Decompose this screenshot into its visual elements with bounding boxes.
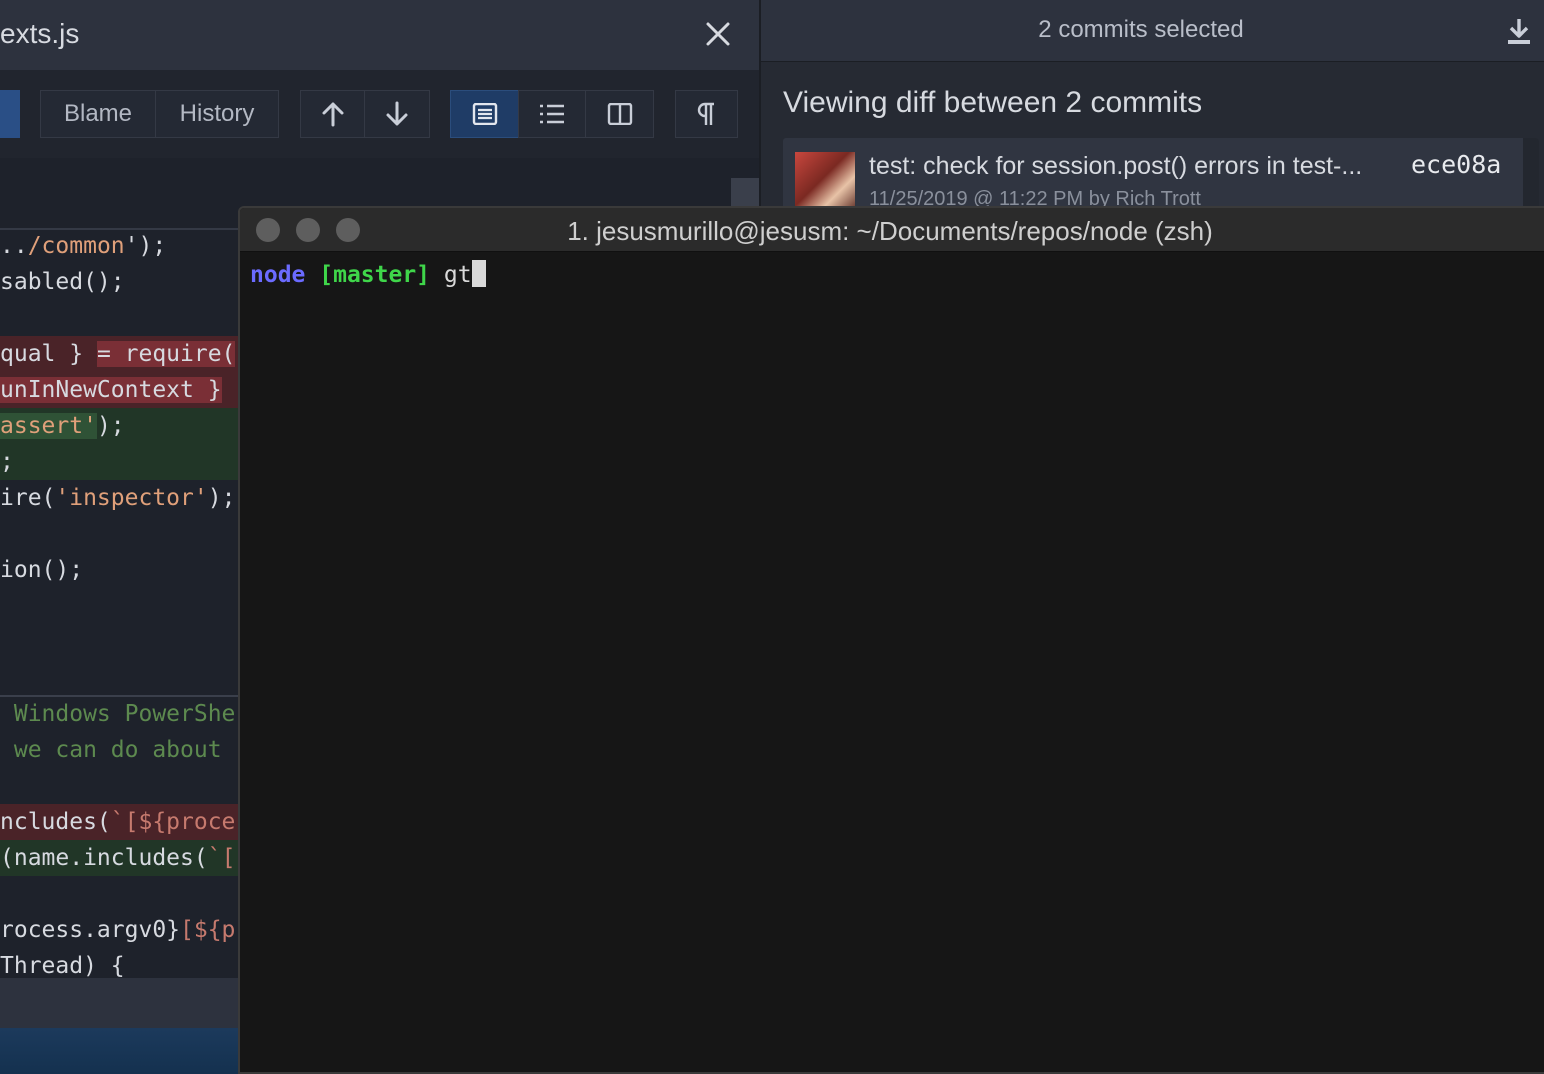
code-token: /common (27, 233, 125, 259)
code-token: `[${proce (110, 809, 236, 835)
list-view-icon (540, 104, 564, 124)
commit-message: test: check for session.post() errors in… (869, 152, 1363, 180)
prompt-directory: node (250, 262, 306, 288)
terminal-title: 1. jesusmurillo@jesusm: ~/Documents/repo… (567, 216, 1213, 246)
text-cursor (471, 260, 486, 287)
code-token: [${p (180, 917, 236, 943)
code-token: ; (0, 449, 14, 475)
code-token: Thread) { (0, 953, 125, 979)
split-view-button[interactable] (585, 90, 654, 138)
next-change-button[interactable] (364, 90, 430, 138)
arrow-up-icon (322, 102, 343, 127)
code-token: ire( (0, 485, 56, 511)
file-name: exts.js (0, 18, 80, 49)
download-icon[interactable] (1505, 16, 1533, 46)
code-token: ncludes( (0, 809, 111, 835)
code-token: Windows PowerShe (0, 701, 236, 727)
diff-title: Viewing diff between 2 commits (783, 86, 1203, 119)
prompt-branch: [master] (319, 262, 431, 288)
code-token: ); (207, 485, 236, 511)
split-view-icon (607, 103, 632, 125)
blame-button[interactable]: Blame (40, 90, 156, 138)
whitespace-toggle-button[interactable] (675, 90, 738, 138)
code-token: ); (96, 413, 125, 439)
unified-view-icon (472, 103, 497, 125)
code-token: 'inspector' (55, 485, 208, 511)
commits-header: 2 commits selected (761, 0, 1544, 62)
code-token: sabled(); (0, 269, 125, 295)
code-token: we can do about (0, 737, 222, 763)
commit-sha[interactable]: ece08a (1411, 150, 1501, 179)
code-token: .. (0, 233, 28, 259)
avatar (795, 152, 855, 212)
code-token: (name.includes( (0, 845, 208, 871)
code-token: = require( (96, 341, 236, 367)
code-token: unInNewContext } (0, 377, 222, 403)
previous-change-button[interactable] (300, 90, 365, 138)
list-view-button[interactable] (518, 90, 586, 138)
terminal-window[interactable]: 1. jesusmurillo@jesusm: ~/Documents/repo… (238, 206, 1544, 1074)
commits-selected-label: 2 commits selected (1038, 16, 1244, 43)
shell-prompt[interactable]: node [master] gt (250, 260, 486, 290)
history-button[interactable]: History (155, 90, 279, 138)
code-token: '); (124, 233, 167, 259)
editor-title-bar: exts.js (0, 0, 759, 70)
typed-command: gt (443, 262, 472, 288)
code-token: `[ (207, 845, 236, 871)
code-token: ion(); (0, 557, 84, 583)
close-icon[interactable] (700, 16, 736, 52)
pilcrow-icon (697, 102, 714, 125)
editor-toolbar: Blame History (0, 70, 759, 158)
terminal-title-bar[interactable]: 1. jesusmurillo@jesusm: ~/Documents/repo… (240, 208, 1544, 252)
terminal-body[interactable]: node [master] gt (240, 252, 1544, 1072)
arrow-down-icon (386, 101, 408, 126)
code-token: qual } (0, 341, 97, 367)
code-token: assert' (0, 413, 97, 439)
toolbar-active-tab-edge[interactable] (0, 90, 20, 138)
unified-view-button[interactable] (450, 90, 519, 138)
code-token: rocess.argv0} (0, 917, 181, 943)
